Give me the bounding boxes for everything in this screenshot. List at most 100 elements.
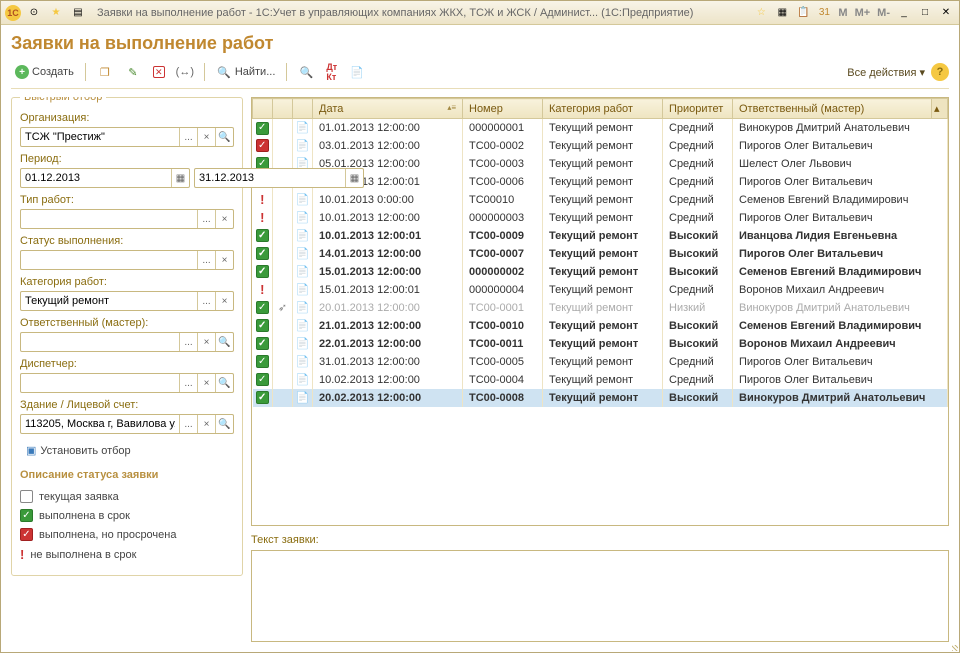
- create-button[interactable]: +Создать: [11, 63, 78, 81]
- open-btn[interactable]: 🔍: [215, 333, 233, 351]
- m-minus-button[interactable]: M-: [875, 7, 892, 19]
- clear-btn[interactable]: ×: [197, 374, 215, 392]
- cell-date: 10.02.2013 12:00:00: [313, 371, 463, 389]
- cell-priority: Низкий: [663, 299, 733, 317]
- col-number[interactable]: Номер: [463, 99, 543, 119]
- tb-calc-icon[interactable]: 📋: [794, 5, 812, 21]
- help-button[interactable]: ?: [931, 63, 949, 81]
- table-row[interactable]: !📄10.01.2013 0:00:00ТС00010Текущий ремон…: [253, 191, 948, 209]
- clear-btn[interactable]: ×: [197, 415, 215, 433]
- cell-category: Текущий ремонт: [543, 299, 663, 317]
- table-row[interactable]: 📄01.01.2013 12:00:00000000001Текущий рем…: [253, 119, 948, 137]
- m-button[interactable]: M: [836, 7, 849, 19]
- cell-category: Текущий ремонт: [543, 389, 663, 407]
- select-btn[interactable]: ...: [179, 415, 197, 433]
- cell-master: Шелест Олег Львович: [733, 155, 948, 173]
- minimize-icon[interactable]: _: [895, 5, 913, 21]
- worktype-wrap: ...×: [20, 209, 234, 229]
- report-button[interactable]: 📄: [345, 62, 369, 82]
- app-logo-icon: 1C: [5, 5, 21, 21]
- open-btn[interactable]: 🔍: [215, 128, 233, 146]
- open-btn[interactable]: 🔍: [215, 415, 233, 433]
- select-btn[interactable]: ...: [179, 374, 197, 392]
- col-date[interactable]: Дата▴≡: [313, 99, 463, 119]
- table-row[interactable]: 📄10.02.2013 12:00:00ТС00-0004Текущий рем…: [253, 371, 948, 389]
- fav2-icon[interactable]: ☆: [752, 5, 770, 21]
- calendar-icon[interactable]: ▦: [171, 169, 189, 187]
- nav-back-icon[interactable]: ⊙: [25, 5, 43, 21]
- select-btn[interactable]: ...: [179, 128, 197, 146]
- dt-kt-button[interactable]: ДтКт: [322, 60, 341, 84]
- move-button[interactable]: (↔): [173, 62, 197, 82]
- status-input[interactable]: [21, 254, 197, 266]
- worktype-input[interactable]: [21, 213, 197, 225]
- maximize-icon[interactable]: □: [916, 5, 934, 21]
- cell-master: Пирогов Олег Витальевич: [733, 173, 948, 191]
- building-input[interactable]: [21, 418, 179, 430]
- legend-done-ok-label: выполнена в срок: [39, 510, 130, 522]
- select-btn[interactable]: ...: [179, 333, 197, 351]
- m-plus-button[interactable]: M+: [853, 7, 873, 19]
- requests-grid[interactable]: Дата▴≡ Номер Категория работ Приоритет О…: [251, 97, 949, 526]
- select-btn[interactable]: ...: [197, 292, 215, 310]
- date-to-input[interactable]: [195, 172, 345, 184]
- clear-btn[interactable]: ×: [197, 128, 215, 146]
- legend-current: текущая заявка: [20, 487, 234, 506]
- table-row[interactable]: 📄03.01.2013 12:00:00ТС00-0002Текущий рем…: [253, 137, 948, 155]
- edit-button[interactable]: ✎: [121, 62, 145, 82]
- cell-date: 01.01.2013 12:00:00: [313, 119, 463, 137]
- copy-button[interactable]: ❐: [93, 62, 117, 82]
- col-scroll: ▴: [932, 99, 948, 119]
- cell-category: Текущий ремонт: [543, 227, 663, 245]
- col-status[interactable]: [253, 99, 273, 119]
- table-row[interactable]: 📄14.01.2013 12:00:00ТС00-0007Текущий рем…: [253, 245, 948, 263]
- resize-grip-icon[interactable]: [952, 645, 958, 651]
- calendar-icon[interactable]: ▦: [345, 169, 363, 187]
- table-row[interactable]: ➶📄20.01.2013 12:00:00ТС00-0001Текущий ре…: [253, 299, 948, 317]
- category-input[interactable]: [21, 295, 197, 307]
- select-btn[interactable]: ...: [197, 251, 215, 269]
- close-icon[interactable]: ✕: [937, 5, 955, 21]
- date-from-input[interactable]: [21, 172, 171, 184]
- table-row[interactable]: !📄15.01.2013 12:00:01000000004Текущий ре…: [253, 281, 948, 299]
- clear-btn[interactable]: ×: [215, 210, 233, 228]
- all-actions-menu[interactable]: Все действия ▾: [847, 66, 925, 79]
- cell-date: 21.01.2013 12:00:00: [313, 317, 463, 335]
- dispatcher-input[interactable]: [21, 377, 179, 389]
- col-priority[interactable]: Приоритет: [663, 99, 733, 119]
- col-doc[interactable]: [293, 99, 313, 119]
- request-text-box[interactable]: [251, 550, 949, 642]
- delete-button[interactable]: ✕: [149, 64, 169, 80]
- table-row[interactable]: 📄10.01.2013 12:00:01ТС00-0009Текущий рем…: [253, 227, 948, 245]
- table-row[interactable]: 📄31.01.2013 12:00:00ТС00-0005Текущий рем…: [253, 353, 948, 371]
- apply-filter-button[interactable]: ▣Установить отбор: [20, 442, 137, 459]
- master-input[interactable]: [21, 336, 179, 348]
- table-row[interactable]: !📄10.01.2013 12:00:00000000003Текущий ре…: [253, 209, 948, 227]
- clear-btn[interactable]: ×: [215, 292, 233, 310]
- history-icon[interactable]: ▤: [69, 5, 87, 21]
- find-button-label: Найти...: [235, 66, 276, 78]
- clear-filter-button[interactable]: 🔍: [294, 62, 318, 82]
- col-flag[interactable]: [273, 99, 293, 119]
- favorite-icon[interactable]: ★: [47, 5, 65, 21]
- document-icon: 📄: [296, 194, 310, 206]
- open-btn[interactable]: 🔍: [215, 374, 233, 392]
- cell-master: Пирогов Олег Витальевич: [733, 353, 948, 371]
- clear-btn[interactable]: ×: [215, 251, 233, 269]
- find-button[interactable]: 🔍Найти...: [212, 62, 280, 82]
- cell-number: ТС00-0010: [463, 317, 543, 335]
- tb-calendar-icon[interactable]: 31: [815, 5, 833, 21]
- table-row[interactable]: 📄22.01.2013 12:00:00ТС00-0011Текущий рем…: [253, 335, 948, 353]
- org-input[interactable]: [21, 131, 179, 143]
- category-label: Категория работ:: [20, 276, 234, 288]
- table-row[interactable]: 📄15.01.2013 12:00:00000000002Текущий рем…: [253, 263, 948, 281]
- table-row[interactable]: 📄21.01.2013 12:00:00ТС00-0010Текущий рем…: [253, 317, 948, 335]
- select-btn[interactable]: ...: [197, 210, 215, 228]
- legend-title: Описание статуса заявки: [20, 469, 234, 481]
- table-row[interactable]: 📄20.02.2013 12:00:00ТС00-0008Текущий рем…: [253, 389, 948, 407]
- toolbar: +Создать ❐ ✎ ✕ (↔) 🔍Найти... 🔍 ДтКт 📄 Вс…: [11, 60, 949, 89]
- tb-grid-icon[interactable]: ▦: [773, 5, 791, 21]
- col-master[interactable]: Ответственный (мастер): [733, 99, 932, 119]
- col-category[interactable]: Категория работ: [543, 99, 663, 119]
- clear-btn[interactable]: ×: [197, 333, 215, 351]
